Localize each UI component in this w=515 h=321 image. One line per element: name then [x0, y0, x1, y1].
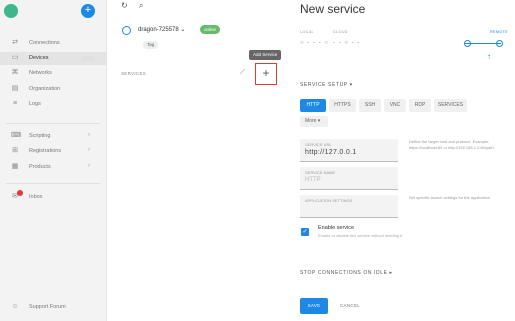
chevron-right-icon: › [88, 132, 90, 138]
status-badge: online [200, 25, 221, 34]
inbox-notification-badge [17, 190, 23, 196]
registrations-icon: ⊞ [12, 147, 18, 154]
save-button[interactable]: SAVE [300, 298, 328, 314]
tab-https[interactable]: HTTPS [329, 99, 356, 112]
devices-toggle[interactable] [82, 56, 94, 61]
service-url-field[interactable]: SERVICE URL http://127.0.0.1 [300, 139, 398, 162]
device-name[interactable]: dragon-725578 ⌄ [138, 26, 185, 33]
chevron-down-icon[interactable]: ⌄ [180, 27, 185, 33]
stop-connections-header[interactable]: STOP CONNECTIONS ON IDLE ▸ [300, 270, 393, 276]
tab-http[interactable]: HTTP [300, 99, 326, 112]
service-url-hint: Define the target host and protocol. Exa… [409, 139, 494, 150]
services-label: SERVICES [121, 71, 147, 76]
add-service-button[interactable]: + [255, 63, 277, 85]
new-fab-button[interactable]: + [81, 4, 95, 18]
sidebar-item-networks[interactable]: ⌘ Networks [0, 67, 107, 80]
sidebar-item-connections[interactable]: ⇄ Connections [0, 37, 107, 50]
sidebar-item-label: Connections [29, 40, 60, 46]
sidebar-item-label: Organization [29, 86, 61, 92]
app-logo[interactable] [4, 4, 18, 18]
logs-icon: ≡ [12, 100, 18, 107]
sidebar-item-label: Devices [29, 55, 49, 61]
devices-icon: ▭ [11, 54, 19, 61]
service-name-placeholder[interactable]: HTTP [305, 177, 321, 183]
enable-service-label: Enable service [318, 225, 355, 231]
sidebar-item-support-forum[interactable]: ☺ Support Forum [0, 301, 107, 314]
route-remote-label: REMOTE [490, 30, 509, 34]
sidebar-item-label: Products [29, 164, 51, 170]
sidebar-item-logs[interactable]: ≡ Logs [0, 98, 107, 111]
search-icon[interactable]: ⌕ [139, 1, 143, 11]
enable-service-checkbox[interactable]: ✓ [301, 228, 309, 236]
chevron-right-icon: › [88, 163, 90, 169]
route-end-dot-icon [496, 40, 503, 47]
sidebar: + ⇄ Connections ▭ Devices ⌘ Networks ▤ O… [0, 0, 107, 321]
networks-icon: ⌘ [11, 69, 19, 76]
products-icon: ▦ [11, 163, 19, 170]
sidebar-item-label: Logs [29, 101, 41, 107]
route-local-value: ○ - - - ○ [300, 40, 329, 46]
sidebar-divider [6, 183, 100, 184]
sidebar-item-scripting[interactable]: ⌨ Scripting › [0, 130, 107, 143]
tab-ssh[interactable]: SSH [359, 99, 381, 112]
sidebar-item-registrations[interactable]: ⊞ Registrations › [0, 145, 107, 158]
organization-icon: ▤ [11, 85, 19, 92]
cancel-button[interactable]: CANCEL [340, 298, 360, 314]
service-url-label: SERVICE URL [305, 142, 332, 147]
support-forum-icon: ☺ [11, 303, 19, 310]
application-settings-label: APPLICATION SETTINGS [305, 198, 353, 203]
sidebar-item-devices[interactable]: ▭ Devices [0, 52, 107, 65]
arrow-up-icon[interactable]: ↑ [487, 52, 491, 61]
tab-vnc[interactable]: VNC [384, 99, 406, 112]
service-url-value[interactable]: http://127.0.0.1 [305, 149, 357, 156]
sidebar-item-label: Inbox [29, 194, 43, 200]
route-local-label: LOCAL [300, 30, 314, 34]
service-name-label: SERVICE NAME [305, 170, 336, 175]
enable-service-sublabel: Enable or disable this service without d… [318, 233, 403, 238]
tag-pill[interactable]: Tag [143, 41, 159, 49]
sidebar-item-label: Networks [29, 70, 52, 76]
new-service-form: New service LOCAL CLOUD ○ - - - ○ - - ○ … [287, 0, 515, 321]
device-icon [122, 26, 131, 35]
application-settings-field[interactable]: APPLICATION SETTINGS [300, 195, 398, 218]
chevron-right-icon: › [88, 147, 90, 153]
trend-icon[interactable]: ⟋ [240, 69, 245, 77]
protocol-dropdown[interactable]: More ▾ [300, 116, 328, 127]
tab-services[interactable]: SERVICES [434, 99, 467, 112]
application-settings-hint: Set specific launch settings for the app… [409, 195, 490, 200]
sidebar-item-products[interactable]: ▦ Products › [0, 161, 107, 174]
refresh-icon[interactable]: ↻ [121, 1, 128, 10]
page-title: New service [300, 2, 366, 16]
connections-icon: ⇄ [12, 39, 18, 46]
tab-rdp[interactable]: RDP [409, 99, 431, 112]
scripting-icon: ⌨ [11, 132, 22, 139]
route-start-dot-icon [464, 40, 471, 47]
sidebar-item-organization[interactable]: ▤ Organization [0, 83, 107, 96]
sidebar-item-label: Registrations [29, 148, 62, 154]
add-service-tooltip: Add Service [249, 50, 282, 60]
sidebar-item-label: Scripting [29, 133, 51, 139]
sidebar-item-label: Support Forum [29, 304, 66, 310]
route-cloud-label: CLOUD [333, 30, 348, 34]
service-name-field[interactable]: SERVICE NAME HTTP [300, 167, 398, 190]
route-cloud-value: - - ○ - - [333, 40, 361, 46]
device-panel: ↻ ⌕ dragon-725578 ⌄ online Tag SERVICES … [107, 0, 287, 321]
sidebar-divider [6, 123, 100, 124]
service-setup-header[interactable]: SERVICE SETUP ▾ [300, 82, 353, 88]
